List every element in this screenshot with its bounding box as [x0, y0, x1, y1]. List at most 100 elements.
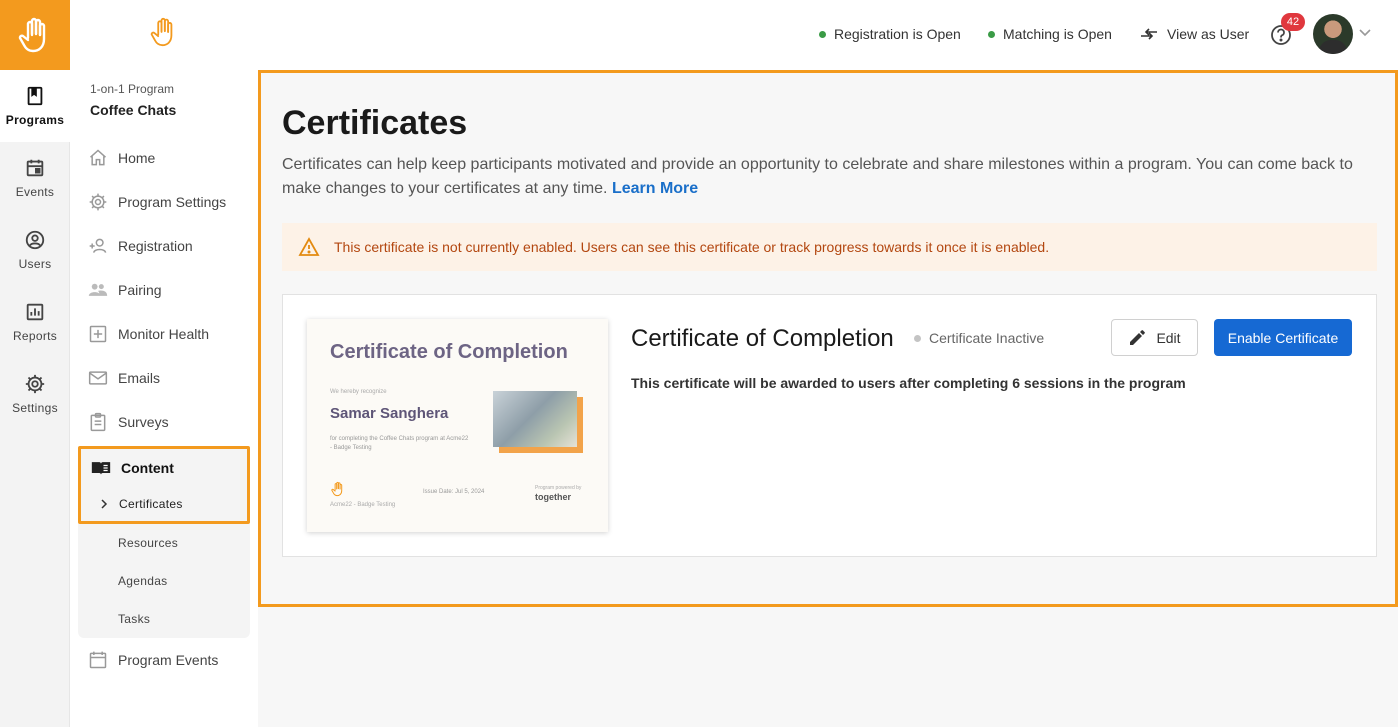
preview-recipient: Samar Sanghera: [330, 405, 449, 422]
calendar-icon: [26, 159, 44, 177]
rail-item-settings[interactable]: Settings: [0, 358, 70, 430]
view-as-user-button[interactable]: View as User: [1139, 26, 1249, 42]
rail-label: Reports: [12, 329, 58, 343]
certificate-card: Certificate of Completion We hereby reco…: [282, 294, 1377, 557]
enable-certificate-button[interactable]: Enable Certificate: [1214, 319, 1352, 356]
sidebar-item-label: Emails: [118, 370, 161, 386]
plus-square-icon: [89, 325, 107, 343]
registration-status-label: Registration is Open: [834, 26, 961, 42]
program-sidebar: 1-on-1 Program Coffee Chats Home Program…: [70, 0, 258, 727]
top-bar: Registration is Open Matching is Open Vi…: [258, 0, 1398, 70]
page-description: Certificates can help keep participants …: [282, 153, 1372, 201]
sidebar-item-label: Monitor Health: [118, 326, 210, 342]
preview-brand: together: [535, 492, 571, 502]
description-text: Certificates can help keep participants …: [282, 156, 1353, 197]
notification-badge[interactable]: 42: [1281, 13, 1305, 31]
rail-item-events[interactable]: Events: [0, 142, 70, 214]
icon-rail: Programs Events Users Reports Settings: [0, 0, 70, 727]
edit-label: Edit: [1156, 329, 1181, 346]
sidebar-item-label: Registration: [118, 238, 193, 254]
page-title: Certificates: [282, 104, 468, 142]
content-group: Content Certificates Resources Agendas T…: [78, 446, 250, 638]
sidebar-item-label: Surveys: [118, 414, 169, 430]
certificate-status: Certificate Inactive: [929, 330, 1045, 346]
sidebar-item-surveys[interactable]: Surveys: [78, 400, 250, 444]
registration-status: Registration is Open: [819, 26, 961, 42]
clipboard-icon: [90, 412, 106, 432]
sidebar-subitem-certificates[interactable]: Certificates: [81, 487, 247, 521]
sidebar-subitem-tasks[interactable]: Tasks: [78, 600, 250, 638]
sidebar-item-emails[interactable]: Emails: [78, 356, 250, 400]
alert-text: This certificate is not currently enable…: [334, 239, 1050, 255]
bar-chart-icon: [26, 303, 44, 321]
preview-for-text: for completing the Coffee Chats program …: [330, 436, 469, 451]
preview-issue-date: Issue Date: Jul 5, 2024: [423, 489, 485, 495]
status-dot: [914, 334, 921, 342]
edit-button[interactable]: Edit: [1111, 319, 1198, 356]
sidebar-item-home[interactable]: Home: [78, 136, 250, 180]
chevron-right-icon: [101, 499, 108, 509]
hand-wave-icon: [331, 481, 343, 497]
rail-label: Events: [15, 185, 55, 199]
preview-title: Certificate of Completion: [330, 341, 568, 363]
content-section-highlight: Content Certificates: [78, 446, 250, 524]
home-icon: [90, 149, 106, 166]
sidebar-subitem-label: Resources: [118, 536, 179, 550]
sidebar-item-content[interactable]: Content: [81, 449, 247, 487]
program-name: Coffee Chats: [90, 102, 177, 118]
sidebar-subitem-label: Tasks: [118, 612, 151, 626]
rail-label: Users: [18, 257, 52, 271]
gear-icon: [89, 193, 107, 211]
pencil-icon: [1130, 329, 1146, 345]
hand-wave-icon: [18, 17, 46, 53]
rail-item-programs[interactable]: Programs: [0, 70, 70, 142]
calendar-icon: [89, 651, 107, 669]
chevron-down-icon[interactable]: [1358, 28, 1372, 38]
sidebar-item-label: Pairing: [118, 282, 162, 298]
sidebar-item-label: Program Settings: [118, 194, 227, 210]
matching-status-label: Matching is Open: [1003, 26, 1112, 42]
warning-icon: [298, 237, 320, 256]
certificate-description: This certificate will be awarded to user…: [631, 375, 1186, 391]
certificates-panel: Certificates Certificates can help keep …: [258, 70, 1398, 607]
sidebar-subitem-label: Agendas: [118, 574, 168, 588]
sidebar-item-label: Home: [118, 150, 156, 166]
book-icon: [27, 86, 43, 106]
view-as-user-label: View as User: [1167, 26, 1250, 42]
program-nav: Home Program Settings Registration Pairi…: [78, 136, 250, 682]
sidebar-item-monitor-health[interactable]: Monitor Health: [78, 312, 250, 356]
status-dot: [988, 30, 995, 38]
mail-icon: [88, 371, 108, 385]
photo-image: [493, 391, 577, 447]
program-kind: 1-on-1 Program: [90, 82, 175, 96]
rail-item-reports[interactable]: Reports: [0, 286, 70, 358]
sidebar-subitem-label: Certificates: [119, 497, 183, 511]
preview-recognize: We hereby recognize: [330, 389, 387, 395]
user-circle-icon: [25, 230, 45, 250]
certificate-name: Certificate of Completion: [631, 325, 894, 352]
status-badge: Certificate Inactive: [914, 330, 1044, 346]
sidebar-item-registration[interactable]: Registration: [78, 224, 250, 268]
rail-item-users[interactable]: Users: [0, 214, 70, 286]
certificate-preview[interactable]: Certificate of Completion We hereby reco…: [307, 319, 608, 532]
hand-wave-icon: [150, 17, 173, 47]
sidebar-item-label: Program Events: [118, 652, 219, 668]
learn-more-link[interactable]: Learn More: [612, 180, 698, 197]
sidebar-item-program-settings[interactable]: Program Settings: [78, 180, 250, 224]
sidebar-subitem-agendas[interactable]: Agendas: [78, 562, 250, 600]
preview-org: Acme22 - Badge Testing: [330, 502, 396, 508]
avatar[interactable]: [1313, 14, 1353, 54]
status-dot: [819, 30, 826, 38]
users-icon: [88, 283, 108, 296]
inactive-alert: This certificate is not currently enable…: [282, 223, 1377, 271]
sidebar-item-label: Content: [121, 460, 174, 476]
gear-icon: [25, 374, 45, 394]
rail-label: Settings: [12, 401, 58, 415]
preview-powered-by: Program powered by: [535, 485, 582, 491]
preview-photo: [493, 391, 583, 453]
sidebar-subitem-resources[interactable]: Resources: [78, 524, 250, 562]
app-logo[interactable]: [0, 0, 70, 70]
swap-arrows-icon: [1141, 28, 1157, 40]
sidebar-item-program-events[interactable]: Program Events: [78, 638, 250, 682]
sidebar-item-pairing[interactable]: Pairing: [78, 268, 250, 312]
